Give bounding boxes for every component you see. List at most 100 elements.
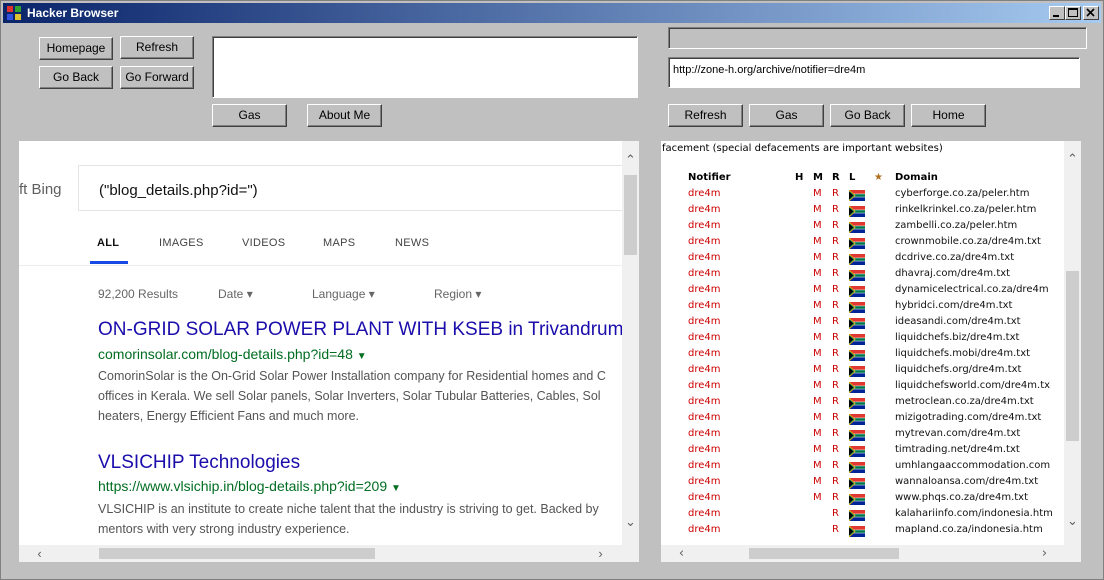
table-row[interactable]: dre4m M Rmytrevan.com/dre4m.txt — [661, 427, 1081, 443]
tab-images[interactable]: IMAGES — [159, 237, 204, 249]
result-title-2[interactable]: VLSICHIP Technologies — [98, 452, 300, 474]
table-row[interactable]: dre4m M Rdynamicelectrical.co.za/dre4m — [661, 283, 1081, 299]
table-row[interactable]: dre4m M Rtimtrading.net/dre4m.txt — [661, 443, 1081, 459]
notifier-link[interactable]: dre4m — [688, 524, 721, 535]
notifier-link[interactable]: dre4m — [688, 412, 721, 423]
scroll-left-icon[interactable]: ‹ — [673, 545, 690, 562]
tab-maps[interactable]: MAPS — [323, 237, 355, 249]
table-row[interactable]: dre4m M Rmizigotrading.com/dre4m.txt — [661, 411, 1081, 427]
notifier-link[interactable]: dre4m — [688, 284, 721, 295]
south-africa-flag-icon — [848, 509, 865, 522]
table-row[interactable]: dre4m M Rideasandi.com/dre4m.txt — [661, 315, 1081, 331]
notifier-link[interactable]: dre4m — [688, 348, 721, 359]
table-row[interactable]: dre4m M Rliquidchefs.biz/dre4m.txt — [661, 331, 1081, 347]
filter-language[interactable]: Language ▾ — [312, 287, 375, 301]
domain-text: wannaloansa.com/dre4m.txt — [895, 476, 1039, 487]
notifier-link[interactable]: dre4m — [688, 492, 721, 503]
result-url-2[interactable]: https://www.vlsichip.in/blog-details.php… — [98, 478, 401, 494]
table-row[interactable]: dre4m Rmapland.co.za/indonesia.htm — [661, 523, 1081, 539]
tab-news[interactable]: NEWS — [395, 237, 429, 249]
notifier-link[interactable]: dre4m — [688, 316, 721, 327]
title-bar[interactable]: Hacker Browser — [3, 3, 1101, 23]
scroll-left-icon[interactable]: ‹ — [31, 545, 48, 562]
scroll-thumb[interactable] — [624, 175, 637, 255]
notifier-link[interactable]: dre4m — [688, 236, 721, 247]
scroll-thumb[interactable] — [1066, 271, 1079, 441]
notifier-link[interactable]: dre4m — [688, 252, 721, 263]
maximize-button[interactable] — [1065, 6, 1081, 20]
right-url-input[interactable]: http://zone-h.org/archive/notifier=dre4m — [668, 57, 1080, 88]
table-row[interactable]: dre4m M Rmetroclean.co.za/dre4m.txt — [661, 395, 1081, 411]
result-title-1[interactable]: ON-GRID SOLAR POWER PLANT WITH KSEB in T… — [98, 319, 623, 341]
scroll-down-icon[interactable]: ⌄ — [1064, 513, 1081, 530]
close-button[interactable] — [1083, 6, 1099, 20]
scroll-thumb[interactable] — [749, 548, 899, 559]
snippet-line: heaters, Energy Efficient Fans and much … — [98, 409, 360, 423]
go-back-button-left[interactable]: Go Back — [39, 66, 113, 89]
go-back-button-right[interactable]: Go Back — [830, 104, 905, 127]
refresh-button-right[interactable]: Refresh — [668, 104, 743, 127]
right-browser-pane[interactable]: facement (special defacements are import… — [661, 141, 1081, 562]
refresh-button-left[interactable]: Refresh — [120, 36, 194, 59]
table-row[interactable]: dre4m M Rcyberforge.co.za/peler.htm — [661, 187, 1081, 203]
table-row[interactable]: dre4m M Rdcdrive.co.za/dre4m.txt — [661, 251, 1081, 267]
table-row[interactable]: dre4m M Rwannaloansa.com/dre4m.txt — [661, 475, 1081, 491]
left-browser-pane[interactable]: ft Bing ("blog_details.php?id=") ALL IMA… — [19, 141, 639, 562]
scroll-right-icon[interactable]: › — [1036, 545, 1053, 562]
notifier-link[interactable]: dre4m — [688, 204, 721, 215]
go-forward-button[interactable]: Go Forward — [120, 66, 194, 89]
domain-text: hybridci.com/dre4m.txt — [895, 300, 1013, 311]
notifier-link[interactable]: dre4m — [688, 444, 721, 455]
table-row[interactable]: dre4m M Rdhavraj.com/dre4m.txt — [661, 267, 1081, 283]
homepage-button[interactable]: Homepage — [39, 37, 113, 60]
left-vertical-scrollbar[interactable]: ⌃ ⌄ — [622, 141, 639, 545]
table-row[interactable]: dre4m Rkalahariinfo.com/indonesia.htm — [661, 507, 1081, 523]
notifier-link[interactable]: dre4m — [688, 220, 721, 231]
notifier-link[interactable]: dre4m — [688, 508, 721, 519]
notifier-link[interactable]: dre4m — [688, 476, 721, 487]
notifier-link[interactable]: dre4m — [688, 188, 721, 199]
table-row[interactable]: dre4m M Rwww.phqs.co.za/dre4m.txt — [661, 491, 1081, 507]
domain-text: liquidchefs.org/dre4m.txt — [895, 364, 1022, 375]
scroll-up-icon[interactable]: ⌃ — [1064, 151, 1081, 168]
filter-region[interactable]: Region ▾ — [434, 287, 481, 301]
redefacement-flag: R — [832, 412, 839, 423]
home-button[interactable]: Home — [911, 104, 986, 127]
domain-text: mytrevan.com/dre4m.txt — [895, 428, 1021, 439]
filter-region-label: Region — [434, 287, 473, 301]
notifier-link[interactable]: dre4m — [688, 428, 721, 439]
table-row[interactable]: dre4m M Rrinkelkrinkel.co.za/peler.htm — [661, 203, 1081, 219]
tab-all[interactable]: ALL — [97, 237, 119, 249]
table-row[interactable]: dre4m M Rliquidchefsworld.com/dre4m.tx — [661, 379, 1081, 395]
table-row[interactable]: dre4m M Rzambelli.co.za/peler.htm — [661, 219, 1081, 235]
result-url-1[interactable]: comorinsolar.com/blog-details.php?id=48 … — [98, 346, 367, 362]
table-row[interactable]: dre4m M Rliquidchefs.mobi/dre4m.txt — [661, 347, 1081, 363]
about-me-button[interactable]: About Me — [307, 104, 382, 127]
scroll-up-icon[interactable]: ⌃ — [622, 151, 639, 168]
filter-date[interactable]: Date ▾ — [218, 287, 253, 301]
notifier-link[interactable]: dre4m — [688, 364, 721, 375]
scroll-down-icon[interactable]: ⌄ — [622, 513, 639, 530]
redefacement-flag: R — [832, 252, 839, 263]
notifier-link[interactable]: dre4m — [688, 332, 721, 343]
table-row[interactable]: dre4m M Rhybridci.com/dre4m.txt — [661, 299, 1081, 315]
left-address-textarea[interactable] — [212, 36, 638, 98]
gas-button-left[interactable]: Gas — [212, 104, 287, 127]
scroll-thumb[interactable] — [99, 548, 375, 559]
notifier-link[interactable]: dre4m — [688, 268, 721, 279]
notifier-link[interactable]: dre4m — [688, 300, 721, 311]
gas-button-right[interactable]: Gas — [749, 104, 824, 127]
bing-search-box[interactable]: ("blog_details.php?id=") — [78, 165, 638, 211]
scroll-right-icon[interactable]: › — [592, 545, 609, 562]
minimize-button[interactable] — [1049, 6, 1065, 20]
tab-videos[interactable]: VIDEOS — [242, 237, 285, 249]
notifier-link[interactable]: dre4m — [688, 460, 721, 471]
right-vertical-scrollbar[interactable]: ⌃ ⌄ — [1064, 141, 1081, 545]
notifier-link[interactable]: dre4m — [688, 396, 721, 407]
table-row[interactable]: dre4m M Rliquidchefs.org/dre4m.txt — [661, 363, 1081, 379]
table-row[interactable]: dre4m M Rcrownmobile.co.za/dre4m.txt — [661, 235, 1081, 251]
table-row[interactable]: dre4m M Rumhlangaaccommodation.com — [661, 459, 1081, 475]
notifier-link[interactable]: dre4m — [688, 380, 721, 391]
right-horizontal-scrollbar[interactable]: ‹ › — [661, 545, 1081, 562]
left-horizontal-scrollbar[interactable]: ‹ › — [19, 545, 639, 562]
